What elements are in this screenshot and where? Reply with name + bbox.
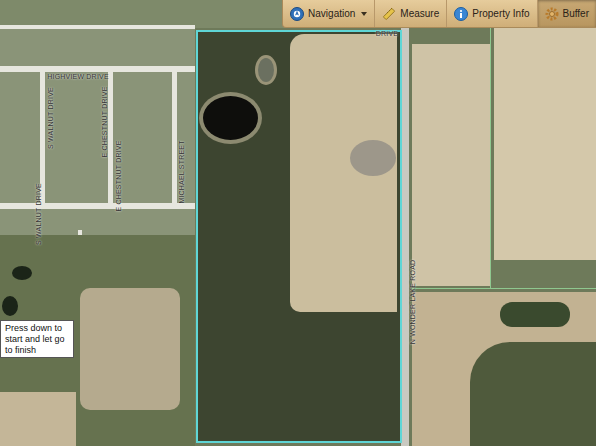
road	[0, 25, 195, 29]
property-line	[412, 288, 596, 289]
road	[108, 66, 113, 209]
tooltip: Press down to start and let go to finish	[0, 320, 74, 358]
property-line	[490, 28, 491, 288]
field	[494, 28, 596, 260]
button-label: Navigation	[308, 6, 355, 21]
field	[0, 392, 76, 446]
pond	[203, 96, 258, 140]
button-label: Property Info	[472, 6, 529, 21]
caret-icon[interactable]	[361, 12, 367, 16]
street-label: HIGHVIEW DRIVE	[46, 72, 110, 81]
road	[0, 203, 195, 209]
field	[412, 44, 490, 286]
parcel-outline[interactable]	[196, 30, 402, 443]
street-label: S WALNUT DRIVE	[46, 86, 55, 150]
tree-patch	[500, 302, 570, 327]
toolbar: Navigation Measure Property Info Buffer	[282, 0, 596, 28]
street-label: S WALNUT DRIVE	[34, 182, 43, 246]
road	[401, 28, 409, 446]
wet-spot	[350, 140, 396, 176]
pond	[12, 266, 32, 280]
street-label: E CHESTNUT DRIVE	[114, 139, 123, 212]
tree-patch	[470, 342, 596, 446]
button-label: Buffer	[563, 6, 590, 21]
sand-area	[80, 288, 180, 410]
buffer-icon	[545, 7, 559, 21]
toolbar-button[interactable]: Measure	[374, 0, 446, 27]
street-label: E CHESTNUT DRIVE	[100, 85, 109, 158]
pond	[258, 58, 274, 82]
navigation-icon	[290, 7, 304, 21]
road	[0, 66, 195, 72]
road	[172, 66, 177, 209]
info-icon	[454, 7, 468, 21]
street-label: N WONDER LAKE ROAD	[408, 259, 417, 346]
ruler-icon	[382, 7, 396, 21]
street-label: MICHAEL STREET	[177, 139, 186, 204]
toolbar-button[interactable]: Property Info	[446, 0, 536, 27]
toolbar-button[interactable]: Navigation	[283, 0, 374, 27]
pond	[2, 296, 18, 316]
toolbar-button[interactable]: Buffer	[537, 0, 596, 27]
street-label: DRIVE	[375, 29, 399, 38]
button-label: Measure	[400, 6, 439, 21]
aerial-map[interactable]: HIGHVIEW DRIVE S WALNUT DRIVE S WALNUT DRI…	[0, 0, 596, 446]
